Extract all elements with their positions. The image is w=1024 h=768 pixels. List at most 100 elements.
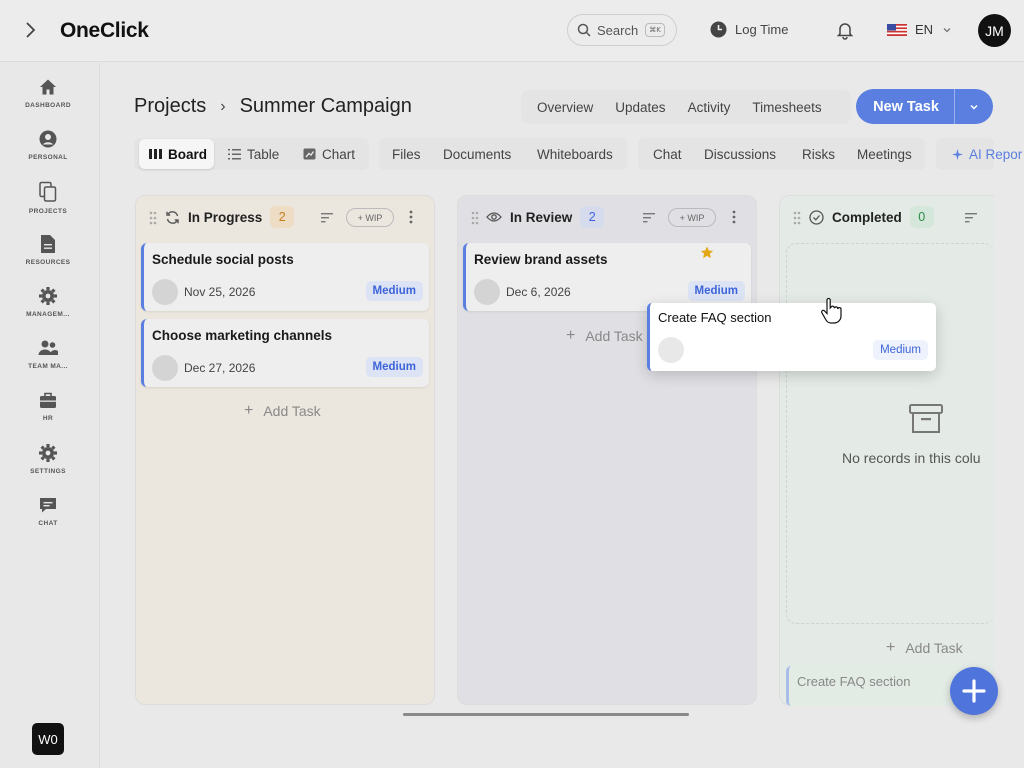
view-files[interactable]: Files [392,139,421,169]
sort-icon[interactable] [643,213,655,223]
star-icon[interactable] [700,246,714,259]
chevron-down-icon [943,27,951,32]
plus-icon: + [244,402,254,419]
sidebar-item-chat[interactable]: CHAT [0,495,96,527]
copy-icon [39,181,57,202]
sort-icon[interactable] [965,213,977,223]
tab-timesheets[interactable]: Timesheets [741,100,832,115]
sidebar-item-hr[interactable]: HR [0,390,96,422]
column-header: Completed 0 [780,196,1009,238]
sidebar-item-projects[interactable]: PROJECTS [0,181,96,215]
workspace-switcher[interactable]: W0 [32,723,64,755]
view-discussions[interactable]: Discussions [704,139,776,169]
search-button[interactable]: Search ⌘K [567,14,677,46]
sidebar-item-label: CHAT [38,520,58,527]
chat-icon [40,498,56,513]
wip-button[interactable]: + WIP [346,208,394,227]
user-avatar[interactable]: JM [978,14,1011,47]
task-due-date: Dec 27, 2026 [184,361,256,375]
add-task-label: Add Task [585,328,643,344]
column-header: In Review 2 + WIP [458,196,756,238]
plus-icon: + [566,327,576,344]
more-vertical-icon[interactable] [732,210,736,224]
view-chat[interactable]: Chat [653,139,682,169]
sidebar-item-management[interactable]: MANAGEM... [0,286,96,318]
log-time-button[interactable]: Log Time [710,21,788,38]
view-ai-reports-label: AI Repor [969,146,1023,162]
bell-icon[interactable] [835,20,855,40]
language-selector[interactable]: EN [887,22,952,37]
priority-badge: Medium [365,281,423,301]
sidebar-item-label: PROJECTS [28,208,68,215]
sidebar-item-resources[interactable]: RESOURCES [0,234,96,266]
tab-activity[interactable]: Activity [677,100,742,115]
sidebar-item-team-management[interactable]: TEAM MA... [0,338,96,370]
column-header: In Progress 2 + WIP [136,196,434,238]
eye-icon [486,212,502,222]
team-icon [38,340,58,355]
list-icon [228,148,241,159]
sidebar-item-label: TEAM MA... [28,363,68,370]
task-card[interactable]: Review brand assets Dec 6, 2026 Medium [463,243,751,311]
view-risks[interactable]: Risks [802,139,835,169]
view-table[interactable]: Table [228,139,279,169]
drag-handle-icon[interactable] [149,211,157,225]
view-board[interactable]: Board [139,139,214,169]
search-shortcut: ⌘K [645,23,665,37]
add-task-button[interactable]: + Add Task [244,402,321,420]
new-task-button[interactable]: New Task [856,99,954,115]
tab-overview[interactable]: Overview [521,100,604,115]
add-task-button[interactable]: + Add Task [566,327,643,345]
board-clip-mask [994,195,1024,715]
task-card[interactable]: Choose marketing channels Dec 27, 2026 M… [141,319,429,387]
assignee-avatar[interactable] [152,355,178,381]
breadcrumb-projects[interactable]: Projects [134,95,206,118]
sidebar-item-dashboard[interactable]: DASHBOARD [0,77,96,109]
assignee-avatar[interactable] [474,279,500,305]
assignee-avatar[interactable] [152,279,178,305]
view-ai-reports[interactable]: AI Repor [952,139,1022,169]
wip-button[interactable]: + WIP [668,208,716,227]
view-board-label: Board [168,146,208,162]
horizontal-scrollbar[interactable] [403,713,689,716]
language-label: EN [915,22,934,37]
column-count: 2 [580,206,605,228]
drop-zone[interactable] [786,243,994,624]
search-label: Search [597,22,639,38]
log-time-label: Log Time [735,22,789,37]
more-vertical-icon[interactable] [409,210,413,224]
briefcase-icon [40,392,56,408]
drag-handle-icon[interactable] [471,211,479,225]
dragging-task-card[interactable]: Create FAQ section Medium [647,303,936,371]
task-title: Choose marketing channels [152,328,333,343]
view-chart-label: Chart [322,146,356,162]
task-title: Create FAQ section [658,310,772,325]
column-count: 2 [270,206,295,228]
plus-icon [962,679,986,703]
add-fab-button[interactable] [950,667,998,715]
sidebar-item-label: MANAGEM... [26,311,70,318]
view-whiteboards[interactable]: Whiteboards [537,139,613,169]
sidebar-item-personal[interactable]: PERSONAL [0,129,96,161]
sidebar-item-settings[interactable]: SETTINGS [0,443,96,475]
us-flag-icon [887,23,907,36]
tab-updates[interactable]: Updates [604,100,676,115]
chevron-right-icon[interactable] [20,20,40,40]
drop-placeholder-title: Create FAQ section [797,674,911,689]
drag-handle-icon[interactable] [793,211,801,225]
task-title: Review brand assets [474,252,608,267]
view-documents[interactable]: Documents [443,139,511,169]
new-task-dropdown-button[interactable] [955,102,993,112]
assignee-avatar[interactable] [658,337,684,363]
view-meetings[interactable]: Meetings [857,139,912,169]
breadcrumb-current: Summer Campaign [239,95,412,117]
add-task-label: Add Task [905,640,963,656]
task-card[interactable]: Schedule social posts Nov 25, 2026 Mediu… [141,243,429,311]
add-task-button[interactable]: + Add Task [886,639,963,657]
gear-icon [39,444,57,462]
app-logo[interactable]: OneClick [60,19,149,43]
view-chart[interactable]: Chart [303,139,355,169]
empty-column-message: No records in this colu [842,450,981,466]
sort-icon[interactable] [321,213,333,223]
priority-badge: Medium [687,281,745,301]
